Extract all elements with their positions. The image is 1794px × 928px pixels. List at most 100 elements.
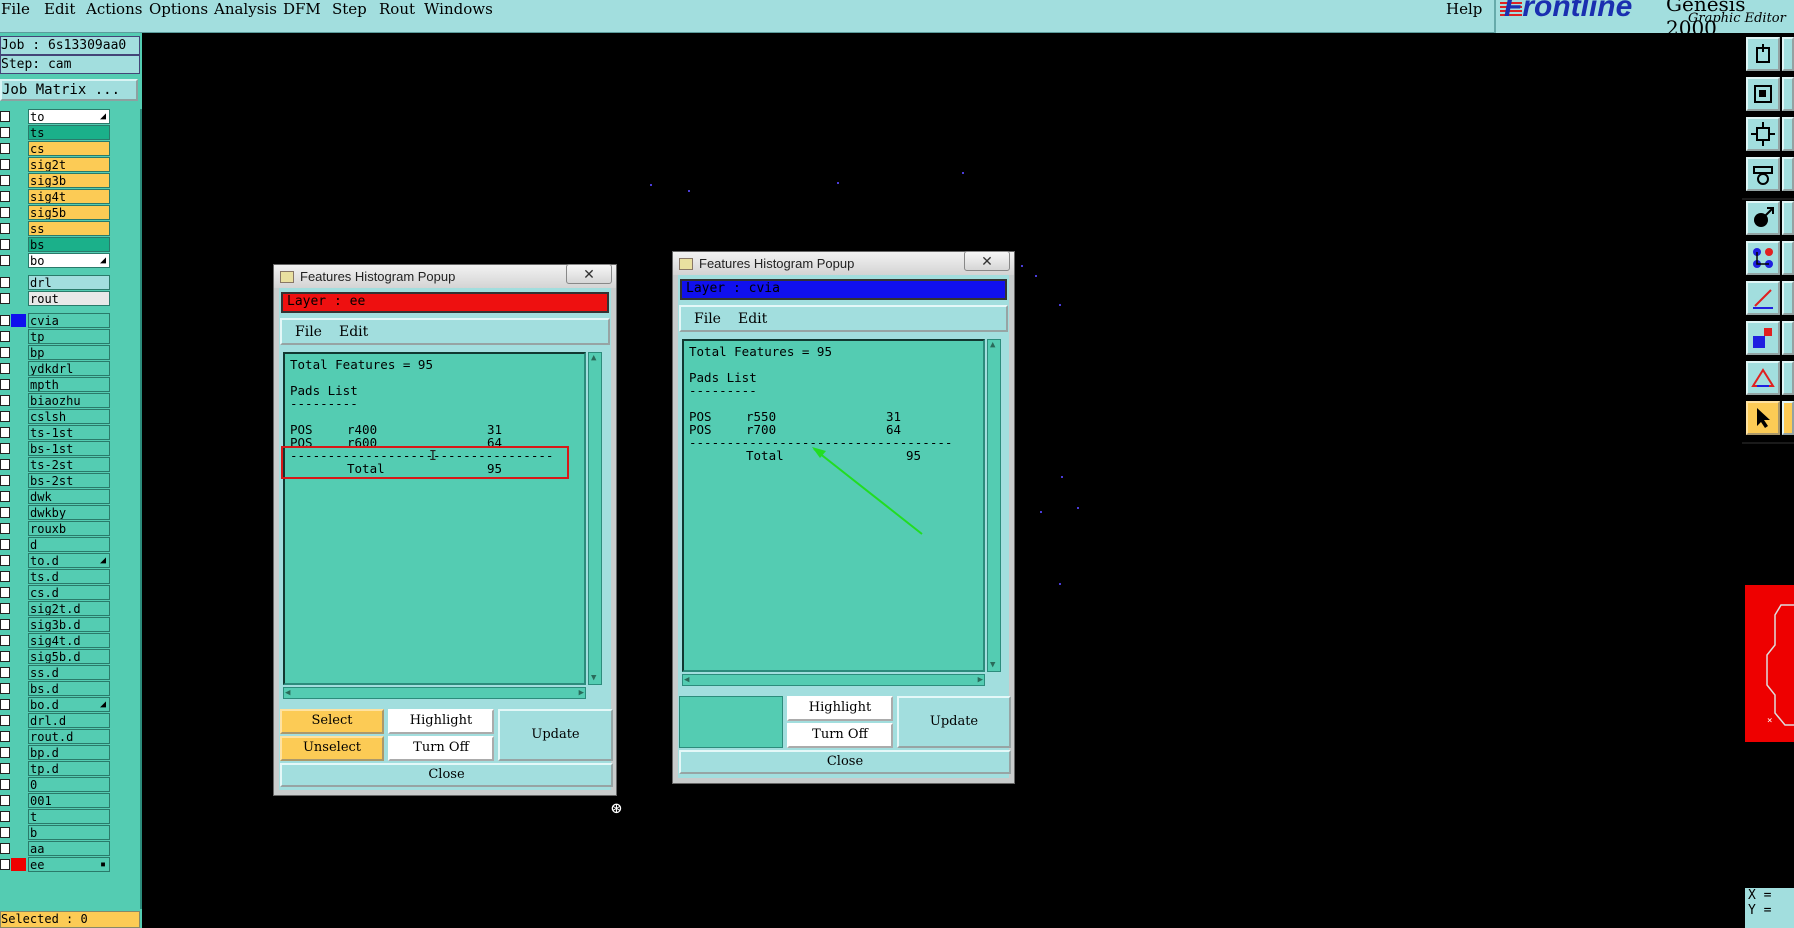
layer-checkbox[interactable] [0,239,10,250]
layer-name[interactable]: sig4t.d [28,633,110,648]
close-window-button[interactable]: ✕ [964,251,1010,271]
select-button[interactable]: Select [280,709,384,734]
layer-name[interactable]: ts-1st [28,425,110,440]
layer-name[interactable]: cs.d [28,585,110,600]
close-window-button[interactable]: ✕ [566,264,612,284]
layer-row[interactable]: ts-1st [0,425,112,440]
histogram-row[interactable]: POS r700 64 [684,423,983,436]
layer-name[interactable]: drl.d [28,713,110,728]
layer-checkbox[interactable] [0,603,10,614]
layer-row[interactable]: ss.d [0,665,112,680]
zoom-fit-button[interactable] [1746,117,1780,151]
zoom-home-button[interactable] [1746,37,1780,71]
layer-row[interactable]: rout [0,291,112,306]
layer-name[interactable]: sig5b [28,205,110,220]
layer-checkbox[interactable] [0,379,10,390]
layer-name[interactable]: 001 [28,793,110,808]
layer-row[interactable]: tp.d [0,761,112,776]
layer-checkbox[interactable] [0,143,10,154]
layer-checkbox[interactable] [0,731,10,742]
histogram-row[interactable]: POS r550 31 [684,410,983,423]
histogram-row[interactable]: POS r400 31 [285,423,584,436]
layer-checkbox[interactable] [0,571,10,582]
layer-name[interactable]: ss [28,221,110,236]
job-matrix-button[interactable]: Job Matrix ... [0,79,138,101]
layer-row[interactable]: drl.d [0,713,112,728]
layer-row[interactable]: t [0,809,112,824]
layer-checkbox[interactable] [0,315,10,326]
toolbar-extra-3[interactable] [1782,117,1794,151]
layer-name[interactable]: cs [28,141,110,156]
layer-name[interactable]: cvia [28,313,110,328]
layer-checkbox[interactable] [0,827,10,838]
layer-checkbox[interactable] [0,207,10,218]
layer-checkbox[interactable] [0,491,10,502]
layer-name[interactable]: sig4t [28,189,110,204]
connect-button[interactable] [1746,241,1780,275]
popup-menu-edit[interactable]: Edit [339,324,368,340]
toolbar-extra-9[interactable] [1782,361,1794,395]
menu-edit[interactable]: Edit [44,0,75,18]
layer-name[interactable]: rouxb [28,521,110,536]
layer-checkbox[interactable] [0,347,10,358]
layer-row[interactable]: 0 [0,777,112,792]
layer-name[interactable]: bs-2st [28,473,110,488]
layer-name[interactable]: bp [28,345,110,360]
layer-checkbox[interactable] [0,779,10,790]
highlight-button[interactable]: Highlight [787,696,893,721]
layer-checkbox[interactable] [0,363,10,374]
layer-name[interactable]: ts-2st [28,457,110,472]
menu-windows[interactable]: Windows [424,0,493,18]
layer-name[interactable]: bo.d ◢ [28,697,110,712]
layer-row[interactable]: 001 [0,793,112,808]
layer-row[interactable]: sig2t.d [0,601,112,616]
layer-row[interactable]: sig3b [0,173,112,188]
highlight-button[interactable]: Highlight [388,709,494,734]
toolbar-extra-5[interactable] [1782,201,1794,235]
zoom-back-button[interactable] [1746,77,1780,111]
layer-checkbox[interactable] [0,843,10,854]
layer-name[interactable]: dwk [28,489,110,504]
layer-name[interactable]: bp.d [28,745,110,760]
close-button[interactable]: Close [280,763,613,787]
layer-row[interactable]: sig4t.d [0,633,112,648]
layer-row[interactable]: bs-2st [0,473,112,488]
layer-checkbox[interactable] [0,395,10,406]
layer-checkbox[interactable] [0,667,10,678]
layer-row[interactable]: ts-2st [0,457,112,472]
layer-checkbox[interactable] [0,223,10,234]
layer-row[interactable]: cs.d [0,585,112,600]
menu-rout[interactable]: Rout [379,0,415,18]
layer-checkbox[interactable] [0,523,10,534]
layer-checkbox[interactable] [0,277,10,288]
layer-name[interactable]: ts.d [28,569,110,584]
layer-checkbox[interactable] [0,159,10,170]
layer-name[interactable]: rout.d [28,729,110,744]
pan-button[interactable] [1746,157,1780,191]
menu-step[interactable]: Step [332,0,367,18]
layer-name[interactable]: tp [28,329,110,344]
layer-checkbox[interactable] [0,427,10,438]
toolbar-extra-10[interactable] [1782,401,1794,435]
move-button[interactable] [1746,201,1780,235]
layer-row[interactable]: drl [0,275,112,290]
layer-name[interactable]: 0 [28,777,110,792]
layer-checkbox[interactable] [0,619,10,630]
layer-checkbox[interactable] [0,507,10,518]
layer-row[interactable]: ee ▪ [0,857,112,872]
snap-button[interactable] [1746,321,1780,355]
measure-button[interactable] [1746,281,1780,315]
layer-checkbox[interactable] [0,127,10,138]
update-button[interactable]: Update [897,696,1011,748]
layer-row[interactable]: rout.d [0,729,112,744]
layer-row[interactable]: bo ◢ [0,253,112,268]
layer-name[interactable]: ss.d [28,665,110,680]
layer-row[interactable]: cslsh [0,409,112,424]
layer-checkbox[interactable] [0,331,10,342]
layer-row[interactable]: dwkby [0,505,112,520]
layer-row[interactable]: ss [0,221,112,236]
layer-checkbox[interactable] [0,763,10,774]
layer-name[interactable]: sig5b.d [28,649,110,664]
layer-row[interactable]: sig4t [0,189,112,204]
histogram-text-area[interactable]: Total Features = 95 Pads List --------- … [283,352,586,685]
